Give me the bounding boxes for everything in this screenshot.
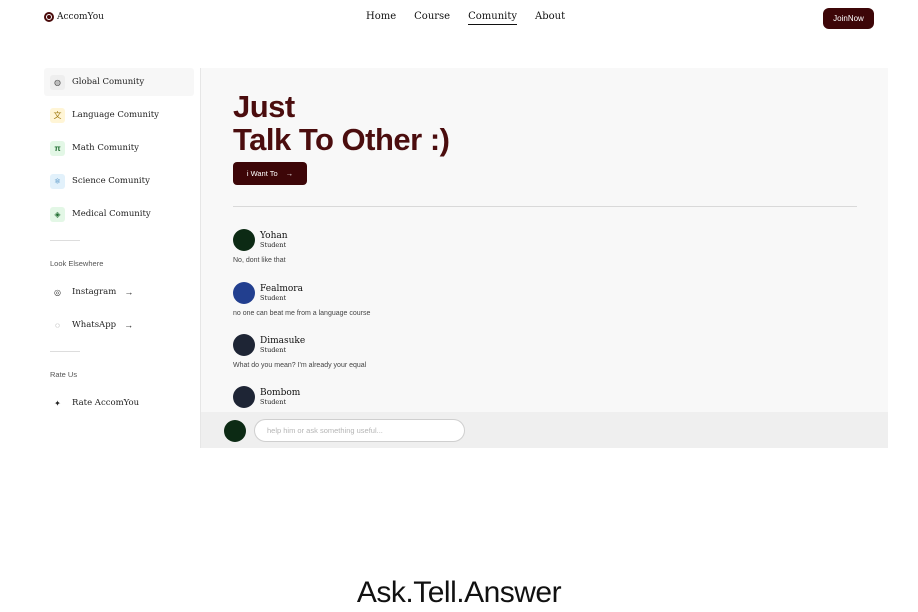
avatar[interactable] — [233, 229, 255, 251]
sidebar-item-instagram[interactable]: ◎ Instagram → — [44, 278, 194, 306]
sparkle-icon: ✦ — [54, 398, 61, 408]
sidebar-item-label: WhatsApp — [72, 320, 117, 330]
hero-title-line2: Talk To Other :) — [233, 122, 450, 157]
join-now-button[interactable]: JoinNow — [823, 8, 874, 29]
message-item: Dimasuke Student What do you mean? I'm a… — [233, 334, 633, 369]
nav-home[interactable]: Home — [366, 11, 396, 25]
translate-icon: 文 — [50, 107, 65, 123]
atom-icon: ⚛ — [50, 173, 65, 189]
message-author[interactable]: Yohan — [260, 231, 288, 241]
message-author[interactable]: Dimasuke — [260, 336, 305, 346]
logo[interactable]: AccomYou — [44, 12, 104, 22]
sidebar-item-label: Math Comunity — [72, 143, 139, 153]
sidebar-item-science[interactable]: ⚛ Science Comunity — [44, 167, 194, 195]
message-text: No, dont like that — [233, 257, 286, 264]
sidebar-item-language[interactable]: 文 Language Comunity — [44, 101, 194, 129]
sidebar-item-label: Instagram — [72, 287, 117, 297]
pi-icon: π — [50, 140, 65, 156]
panel-divider — [233, 206, 857, 207]
chat-input[interactable] — [254, 419, 465, 442]
message-item: Yohan Student No, dont like that — [233, 229, 633, 264]
sidebar: ◍ Global Comunity 文 Language Comunity π … — [44, 68, 194, 422]
i-want-to-label: i Want To — [246, 169, 278, 178]
hero-title-line1: Just — [233, 89, 295, 124]
chat-input-bar — [201, 412, 888, 448]
current-user-avatar — [224, 420, 246, 442]
i-want-to-button[interactable]: i Want To → — [233, 162, 307, 185]
message-text: no one can beat me from a language cours… — [233, 310, 371, 317]
sidebar-item-math[interactable]: π Math Comunity — [44, 134, 194, 162]
avatar[interactable] — [233, 386, 255, 408]
sidebar-item-label: Medical Comunity — [72, 209, 151, 219]
sidebar-item-label: Rate AccomYou — [72, 398, 140, 408]
sidebar-item-label: Global Comunity — [72, 77, 145, 87]
sidebar-item-label: Science Comunity — [72, 176, 150, 186]
logo-text: AccomYou — [57, 12, 104, 22]
sidebar-item-whatsapp[interactable]: ◌ WhatsApp → — [44, 311, 194, 339]
nav-comunity[interactable]: Comunity — [468, 11, 518, 25]
sidebar-divider — [50, 351, 80, 352]
message-role: Student — [260, 293, 287, 302]
instagram-icon: ◎ — [54, 287, 61, 297]
message-role: Student — [260, 397, 287, 406]
rate-us-heading: Rate Us — [50, 370, 78, 379]
sidebar-divider — [50, 240, 80, 241]
look-elsewhere-heading: Look Elsewhere — [50, 259, 104, 268]
community-panel: Just Talk To Other :) i Want To → Yohan … — [200, 68, 888, 448]
arrow-right-icon: → — [124, 320, 134, 330]
section-title: Ask.Tell.Answer — [356, 576, 562, 609]
message-author[interactable]: Bombom — [260, 388, 300, 398]
message-author[interactable]: Fealmora — [260, 284, 303, 294]
sidebar-item-global[interactable]: ◍ Global Comunity — [44, 68, 194, 96]
sidebar-item-rate[interactable]: ✦ Rate AccomYou — [44, 389, 194, 417]
avatar[interactable] — [233, 282, 255, 304]
nav-course[interactable]: Course — [414, 11, 450, 25]
whatsapp-icon: ◌ — [55, 320, 60, 330]
logo-mark-icon — [44, 12, 54, 22]
message-role: Student — [260, 345, 287, 354]
message-item: Bombom Student — [233, 386, 633, 408]
sidebar-item-label: Language Comunity — [72, 110, 159, 120]
sidebar-item-medical[interactable]: ◈ Medical Comunity — [44, 200, 194, 228]
hero-title: Just Talk To Other :) — [233, 89, 450, 157]
message-role: Student — [260, 240, 287, 249]
arrow-right-icon: → — [124, 287, 134, 297]
avatar[interactable] — [233, 334, 255, 356]
main-nav: Home Course Comunity About — [366, 11, 583, 25]
message-text: What do you mean? I'm already your equal — [233, 362, 367, 369]
nav-about[interactable]: About — [535, 11, 565, 25]
globe-icon: ◍ — [50, 74, 65, 90]
medical-icon: ◈ — [50, 206, 65, 222]
arrow-right-icon: → — [285, 169, 294, 178]
message-item: Fealmora Student no one can beat me from… — [233, 282, 633, 317]
